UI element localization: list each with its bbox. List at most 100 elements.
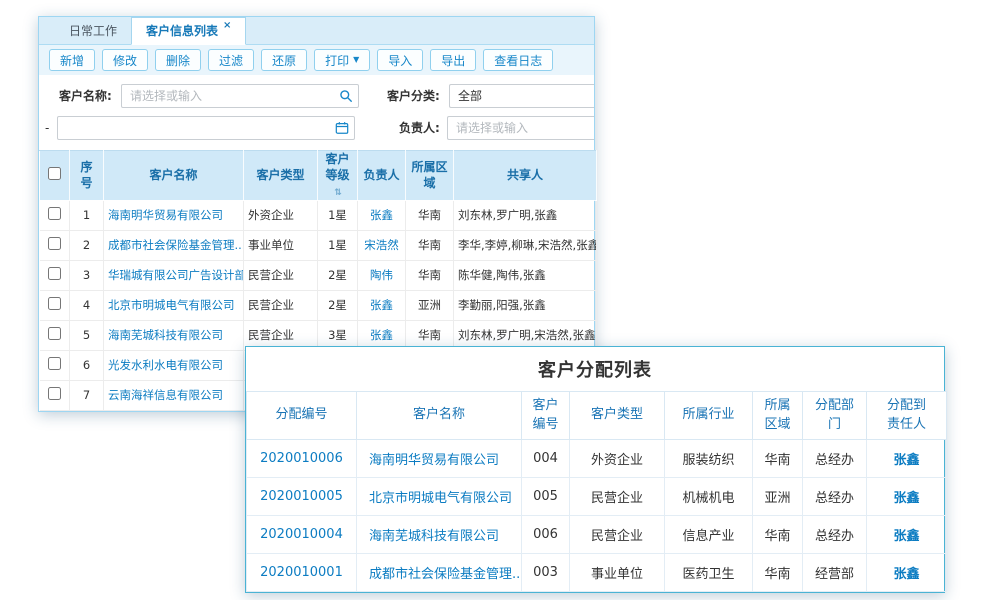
customer-level: 1星 (318, 200, 358, 230)
tab-label: 日常工作 (69, 24, 117, 38)
assignee-link[interactable]: 张鑫 (893, 567, 919, 582)
customer-name-link[interactable]: 成都市社会保险基金管理... (369, 567, 522, 582)
search-icon[interactable] (339, 89, 353, 103)
owner-link[interactable]: 张鑫 (370, 298, 393, 312)
row-checkbox-cell (40, 260, 70, 290)
region: 华南 (753, 554, 803, 592)
customer-name-link[interactable]: 华瑞城有限公司广告设计部 (108, 268, 244, 282)
allocation-dept: 总经办 (803, 478, 867, 516)
row-checkbox[interactable] (48, 327, 61, 340)
assignee-link-cell: 张鑫 (867, 516, 947, 554)
button-label: 删除 (166, 52, 190, 69)
button-label: 过滤 (219, 52, 243, 69)
customer-name-link[interactable]: 成都市社会保险基金管理... (108, 238, 244, 252)
owner-link[interactable]: 陶伟 (370, 268, 393, 282)
customer-type: 民营企业 (570, 478, 665, 516)
customer-name-link-cell: 云南海祥信息有限公司 (104, 380, 244, 410)
add-button[interactable]: 新增 (49, 49, 95, 71)
customer-name-link[interactable]: 北京市明城电气有限公司 (108, 298, 235, 312)
view-log-button[interactable]: 查看日志 (483, 49, 553, 71)
header-assignee: 分配到责任人 (867, 392, 947, 440)
owner-input[interactable] (447, 116, 594, 140)
row-checkbox[interactable] (48, 267, 61, 280)
owner-link[interactable]: 张鑫 (370, 208, 393, 222)
customer-number: 004 (522, 440, 570, 478)
delete-button[interactable]: 删除 (155, 49, 201, 71)
allocation-row: 2020010006海南明华贸易有限公司004外资企业服装纺织华南总经办张鑫 (247, 440, 947, 478)
sort-icon[interactable]: ⇅ (334, 188, 342, 198)
allocation-table-body: 2020010006海南明华贸易有限公司004外资企业服装纺织华南总经办张鑫20… (247, 440, 947, 592)
owner-link-cell: 张鑫 (358, 290, 406, 320)
row-checkbox[interactable] (48, 387, 61, 400)
shared-people: 陈华健,陶伟,张鑫 (454, 260, 597, 290)
print-button[interactable]: 打印▼ (314, 49, 370, 71)
allocation-number-link[interactable]: 2020010001 (260, 565, 343, 580)
row-checkbox[interactable] (48, 357, 61, 370)
region: 亚洲 (753, 478, 803, 516)
customer-name-link-cell: 海南明华贸易有限公司 (104, 200, 244, 230)
customer-name-link[interactable]: 光发水利水电有限公司 (108, 358, 223, 372)
customer-name-input[interactable] (121, 84, 359, 108)
allocation-number-link[interactable]: 2020010004 (260, 527, 343, 542)
row-checkbox[interactable] (48, 207, 61, 220)
owner-link[interactable]: 宋浩然 (364, 238, 399, 252)
allocation-number-link-cell: 2020010004 (247, 516, 357, 554)
customer-type: 外资企业 (244, 200, 318, 230)
export-button[interactable]: 导出 (430, 49, 476, 71)
owner-link[interactable]: 张鑫 (370, 328, 393, 342)
customer-number: 005 (522, 478, 570, 516)
filter-button[interactable]: 过滤 (208, 49, 254, 71)
edit-button[interactable]: 修改 (102, 49, 148, 71)
customer-name-link-cell: 成都市社会保险基金管理... (357, 554, 522, 592)
header-no: 序号 (70, 151, 104, 201)
region: 华南 (406, 230, 454, 260)
customer-type: 民营企业 (244, 290, 318, 320)
import-button[interactable]: 导入 (377, 49, 423, 71)
customer-name-link[interactable]: 海南明华贸易有限公司 (369, 453, 499, 468)
customer-row: 4北京市明城电气有限公司民营企业2星张鑫亚洲李勤丽,阳强,张鑫 (40, 290, 597, 320)
close-icon[interactable]: × (223, 12, 231, 40)
shared-people: 李勤丽,阳强,张鑫 (454, 290, 597, 320)
assignee-link[interactable]: 张鑫 (893, 453, 919, 468)
customer-name-link-cell: 华瑞城有限公司广告设计部 (104, 260, 244, 290)
row-checkbox-cell (40, 200, 70, 230)
button-label: 打印 (325, 52, 349, 69)
customer-category-select[interactable]: 全部 (449, 84, 594, 108)
customer-name-link[interactable]: 海南明华贸易有限公司 (108, 208, 223, 222)
row-number: 5 (70, 320, 104, 350)
filter-row-1: 客户名称: 客户分类: 全部 (39, 83, 594, 108)
industry: 服装纺织 (665, 440, 753, 478)
assignee-link[interactable]: 张鑫 (893, 491, 919, 506)
tab-customer-info-list[interactable]: 客户信息列表 × (131, 17, 246, 45)
customer-category-label: 客户分类: (387, 87, 449, 104)
owner-input-wrap (447, 116, 594, 140)
tab-bar: 日常工作 客户信息列表 × (39, 17, 594, 45)
customer-name-link[interactable]: 北京市明城电气有限公司 (369, 491, 512, 506)
customer-name-link[interactable]: 云南海祥信息有限公司 (108, 388, 223, 402)
date-input[interactable] (57, 116, 355, 140)
calendar-icon[interactable] (335, 121, 349, 135)
assignee-link-cell: 张鑫 (867, 554, 947, 592)
shared-people: 刘东林,罗广明,张鑫 (454, 200, 597, 230)
allocation-number-link[interactable]: 2020010005 (260, 489, 343, 504)
region: 华南 (406, 200, 454, 230)
select-all-checkbox[interactable] (48, 167, 61, 180)
header-customer-type: 客户类型 (244, 151, 318, 201)
row-checkbox-cell (40, 230, 70, 260)
allocation-number-link[interactable]: 2020010006 (260, 451, 343, 466)
row-checkbox[interactable] (48, 297, 61, 310)
row-checkbox[interactable] (48, 237, 61, 250)
toolbar: 新增 修改 删除 过滤 还原打印▼ 导入导出查看日志 (39, 45, 594, 75)
assignee-link[interactable]: 张鑫 (893, 529, 919, 544)
row-number: 3 (70, 260, 104, 290)
tab-daily-work[interactable]: 日常工作 (55, 18, 131, 44)
customer-name-link[interactable]: 海南芜城科技有限公司 (369, 529, 499, 544)
customer-name-link-cell: 海南芜城科技有限公司 (357, 516, 522, 554)
allocation-number-link-cell: 2020010001 (247, 554, 357, 592)
customer-name-label: 客户名称: (59, 87, 121, 104)
customer-name-input-wrap (121, 84, 359, 108)
restore-button[interactable]: 还原 (261, 49, 307, 71)
header-dept: 分配部门 (803, 392, 867, 440)
customer-name-link[interactable]: 海南芜城科技有限公司 (108, 328, 223, 342)
button-label: 新增 (60, 52, 84, 69)
